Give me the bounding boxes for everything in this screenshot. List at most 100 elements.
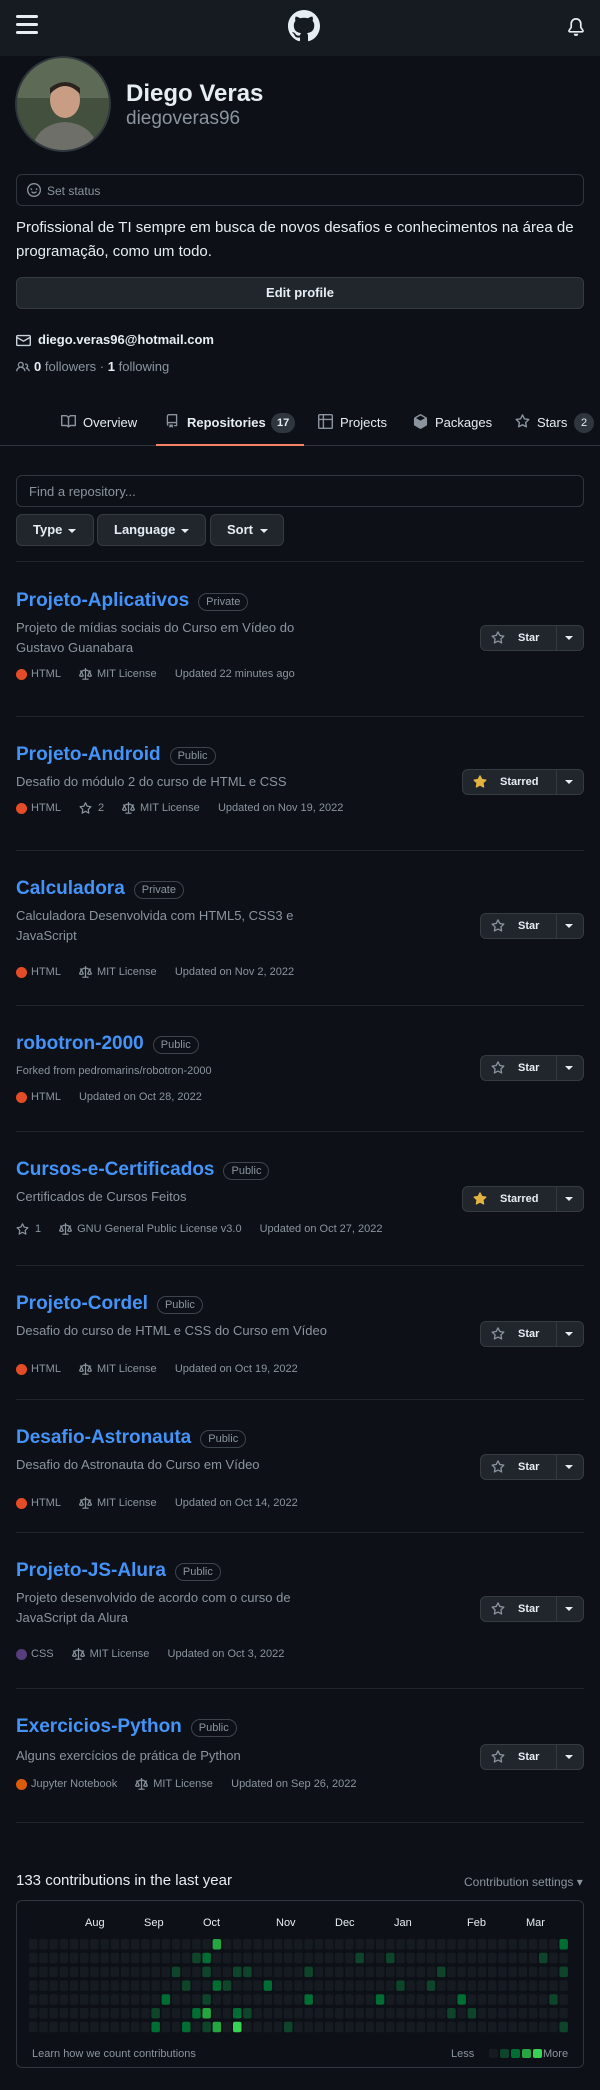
contribution-day-cell[interactable]: [120, 1952, 130, 1964]
contribution-day-cell[interactable]: [171, 2021, 181, 2033]
contribution-day-cell[interactable]: [518, 1939, 528, 1950]
contribution-day-cell[interactable]: [29, 1939, 38, 1950]
contribution-day-cell[interactable]: [498, 2008, 507, 2019]
star-button[interactable]: Star: [481, 1056, 557, 1080]
contribution-day-cell[interactable]: [375, 2008, 385, 2019]
contribution-day-cell[interactable]: [416, 1966, 426, 1978]
contribution-day-cell[interactable]: [304, 1966, 313, 1978]
contribution-day-cell[interactable]: [549, 1952, 558, 1964]
contribution-day-cell[interactable]: [49, 1966, 58, 1978]
contribution-day-cell[interactable]: [396, 1980, 405, 1991]
sort-filter-button[interactable]: Sort: [210, 514, 284, 546]
contribution-day-cell[interactable]: [508, 1994, 517, 2005]
contribution-day-cell[interactable]: [335, 1980, 344, 1991]
contribution-day-cell[interactable]: [447, 1952, 456, 1964]
contribution-day-cell[interactable]: [324, 1952, 334, 1964]
contribution-day-cell[interactable]: [49, 2021, 58, 2033]
star-button[interactable]: Star: [481, 914, 557, 938]
contribution-day-cell[interactable]: [222, 2008, 232, 2019]
contribution-day-cell[interactable]: [151, 1994, 160, 2005]
contribution-day-cell[interactable]: [355, 1939, 364, 1950]
contribution-day-cell[interactable]: [233, 1966, 242, 1978]
contribution-day-cell[interactable]: [59, 1952, 69, 1964]
repo-name-link[interactable]: Calculadora: [16, 878, 125, 900]
contribution-day-cell[interactable]: [49, 1980, 58, 1991]
contribution-day-cell[interactable]: [437, 1980, 446, 1991]
contribution-day-cell[interactable]: [284, 1966, 293, 1978]
contribution-day-cell[interactable]: [192, 1966, 201, 1978]
contribution-day-cell[interactable]: [437, 1952, 446, 1964]
contribution-day-cell[interactable]: [528, 1952, 538, 1964]
contribution-day-cell[interactable]: [477, 1939, 487, 1950]
contribution-day-cell[interactable]: [375, 1952, 385, 1964]
contribution-day-cell[interactable]: [304, 1980, 313, 1991]
star-button[interactable]: Star: [481, 626, 557, 650]
learn-contributions-link[interactable]: Learn how we count contributions: [32, 2048, 196, 2060]
contribution-day-cell[interactable]: [233, 1952, 242, 1964]
contribution-day-cell[interactable]: [426, 2008, 436, 2019]
contribution-day-cell[interactable]: [559, 1966, 568, 1978]
contribution-day-cell[interactable]: [549, 2021, 558, 2033]
contribution-day-cell[interactable]: [396, 2021, 405, 2033]
contribution-day-cell[interactable]: [324, 2008, 334, 2019]
contribution-day-cell[interactable]: [243, 2021, 252, 2033]
contribution-day-cell[interactable]: [335, 2008, 344, 2019]
repo-name-link[interactable]: Projeto-JS-Alura: [16, 1560, 166, 1582]
contribution-day-cell[interactable]: [29, 1980, 38, 1991]
star-list-dropdown[interactable]: [555, 914, 583, 938]
contribution-day-cell[interactable]: [437, 2021, 446, 2033]
contribution-day-cell[interactable]: [314, 2008, 324, 2019]
contribution-day-cell[interactable]: [477, 1994, 487, 2005]
contribution-day-cell[interactable]: [426, 1939, 436, 1950]
contribution-day-cell[interactable]: [477, 1966, 487, 1978]
contribution-day-cell[interactable]: [324, 1966, 334, 1978]
contribution-day-cell[interactable]: [171, 1966, 181, 1978]
contribution-day-cell[interactable]: [498, 1952, 507, 1964]
contribution-day-cell[interactable]: [131, 1994, 140, 2005]
contribution-day-cell[interactable]: [100, 1980, 109, 1991]
contribution-day-cell[interactable]: [59, 1966, 69, 1978]
contribution-day-cell[interactable]: [161, 1952, 171, 1964]
contribution-day-cell[interactable]: [406, 1980, 415, 1991]
contribution-day-cell[interactable]: [508, 1980, 517, 1991]
contribution-day-cell[interactable]: [273, 1939, 283, 1950]
contribution-day-cell[interactable]: [80, 2021, 89, 2033]
contribution-day-cell[interactable]: [192, 1939, 201, 1950]
stargazers-count[interactable]: 2: [98, 802, 104, 814]
contribution-day-cell[interactable]: [69, 1980, 79, 1991]
contribution-day-cell[interactable]: [141, 1994, 150, 2005]
type-filter-button[interactable]: Type: [16, 514, 94, 546]
contribution-day-cell[interactable]: [212, 1966, 222, 1978]
contribution-day-cell[interactable]: [345, 1980, 354, 1991]
find-repository-input[interactable]: [16, 475, 584, 507]
contribution-day-cell[interactable]: [90, 2021, 99, 2033]
contribution-day-cell[interactable]: [426, 1952, 436, 1964]
contribution-day-cell[interactable]: [447, 1966, 456, 1978]
contribution-day-cell[interactable]: [222, 1966, 232, 1978]
contribution-day-cell[interactable]: [69, 1952, 79, 1964]
contribution-day-cell[interactable]: [345, 1966, 354, 1978]
contribution-day-cell[interactable]: [386, 2021, 395, 2033]
contribution-day-cell[interactable]: [406, 1966, 415, 1978]
contribution-day-cell[interactable]: [253, 1994, 262, 2005]
contribution-day-cell[interactable]: [273, 1980, 283, 1991]
contribution-day-cell[interactable]: [284, 1980, 293, 1991]
contribution-day-cell[interactable]: [80, 1939, 89, 1950]
contribution-day-cell[interactable]: [90, 1966, 99, 1978]
contribution-day-cell[interactable]: [273, 1994, 283, 2005]
set-status-button[interactable]: Set status: [16, 174, 584, 206]
contribution-day-cell[interactable]: [467, 1966, 477, 1978]
contribution-day-cell[interactable]: [467, 1980, 477, 1991]
contribution-day-cell[interactable]: [100, 1994, 109, 2005]
contribution-day-cell[interactable]: [131, 1966, 140, 1978]
contribution-day-cell[interactable]: [539, 1994, 548, 2005]
contribution-day-cell[interactable]: [396, 1966, 405, 1978]
contribution-day-cell[interactable]: [314, 1952, 324, 1964]
contribution-day-cell[interactable]: [29, 1952, 38, 1964]
contribution-day-cell[interactable]: [182, 1952, 191, 1964]
contribution-day-cell[interactable]: [477, 1952, 487, 1964]
contribution-day-cell[interactable]: [518, 1966, 528, 1978]
contribution-day-cell[interactable]: [151, 1966, 160, 1978]
contribution-day-cell[interactable]: [192, 1994, 201, 2005]
contribution-day-cell[interactable]: [559, 1994, 568, 2005]
